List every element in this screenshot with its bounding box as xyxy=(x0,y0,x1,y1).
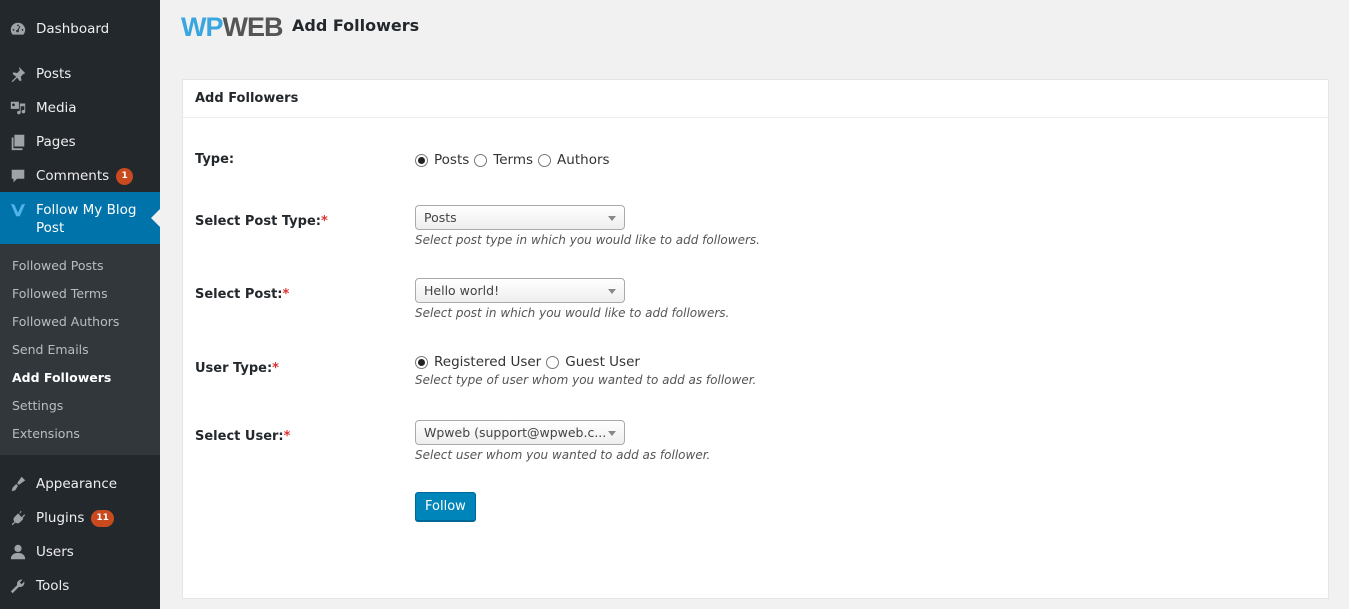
admin-sidebar: Dashboard Posts Media Pages Comments 1 F… xyxy=(0,0,160,609)
wpweb-logo: WPWEB xyxy=(181,12,284,43)
chevron-down-icon xyxy=(608,289,616,294)
user-description: Select user whom you wanted to add as fo… xyxy=(415,448,711,462)
current-menu-arrow xyxy=(151,209,160,227)
post-type-label: Select Post Type:* xyxy=(195,214,328,229)
user-field: Wpweb (support@wpweb.c... Select user wh… xyxy=(415,420,710,462)
type-label: Type: xyxy=(195,152,235,167)
menu-item-media[interactable]: Media xyxy=(0,91,160,125)
post-type-select[interactable]: Posts xyxy=(415,205,625,230)
submenu-item-followed-terms[interactable]: Followed Terms xyxy=(0,280,160,308)
required-asterisk: * xyxy=(320,214,328,229)
menu-label: Media xyxy=(36,100,77,116)
comments-count-badge: 1 xyxy=(116,167,134,185)
user-type-label-text: User Type: xyxy=(195,361,273,376)
menu-label: Pages xyxy=(36,134,76,150)
menu-label: Plugins xyxy=(36,510,85,526)
menu-label: Users xyxy=(36,544,74,560)
plugins-update-badge: 11 xyxy=(91,509,114,527)
menu-item-follow-my-blog-post[interactable]: Follow My Blog Post xyxy=(0,192,160,244)
comment-icon xyxy=(0,167,36,185)
user-type-radio-registered-label[interactable]: Registered User xyxy=(434,354,541,370)
media-icon xyxy=(0,99,36,117)
submenu-item-followed-authors[interactable]: Followed Authors xyxy=(0,308,160,336)
post-selected-value: Hello world! xyxy=(424,283,500,298)
menu-item-tools[interactable]: Tools xyxy=(0,569,160,603)
brush-icon xyxy=(0,475,36,493)
submenu-item-settings[interactable]: Settings xyxy=(0,392,160,420)
type-radio-terms[interactable] xyxy=(474,153,488,167)
menu-item-comments[interactable]: Comments 1 xyxy=(0,159,160,193)
user-type-field: Registered User Guest User Select type o… xyxy=(415,354,756,387)
user-type-label: User Type:* xyxy=(195,361,279,376)
submenu-item-send-emails[interactable]: Send Emails xyxy=(0,336,160,364)
user-type-description: Select type of user whom you wanted to a… xyxy=(415,373,757,387)
type-radio-terms-label[interactable]: Terms xyxy=(493,152,533,168)
post-type-description: Select post type in which you would like… xyxy=(415,233,760,247)
user-type-radio-guest-label[interactable]: Guest User xyxy=(565,354,640,370)
submenu: Followed Posts Followed Terms Followed A… xyxy=(0,244,160,455)
wrench-icon xyxy=(0,577,36,595)
type-radio-authors[interactable] xyxy=(538,153,552,167)
menu-item-posts[interactable]: Posts xyxy=(0,57,160,91)
type-radio-group: Posts Terms Authors xyxy=(415,152,615,168)
menu-item-dashboard[interactable]: Dashboard xyxy=(0,12,160,46)
post-description: Select post in which you would like to a… xyxy=(415,306,730,320)
post-type-selected-value: Posts xyxy=(424,210,457,225)
menu-item-pages[interactable]: Pages xyxy=(0,125,160,159)
submenu-item-extensions[interactable]: Extensions xyxy=(0,420,160,448)
chevron-down-icon xyxy=(608,216,616,221)
dashboard-icon xyxy=(0,20,36,38)
menu-label: Follow My Blog Post xyxy=(36,202,137,236)
submit-field: Follow xyxy=(415,492,476,521)
type-radio-authors-label[interactable]: Authors xyxy=(557,152,609,168)
user-label-text: Select User: xyxy=(195,429,284,444)
user-selected-value: Wpweb (support@wpweb.c... xyxy=(424,425,607,440)
required-asterisk: * xyxy=(283,429,291,444)
follow-button[interactable]: Follow xyxy=(415,492,476,521)
type-radio-posts[interactable] xyxy=(415,153,428,167)
user-icon xyxy=(0,543,36,561)
user-type-radio-registered[interactable] xyxy=(415,355,428,369)
user-label: Select User:* xyxy=(195,429,290,444)
submenu-item-followed-posts[interactable]: Followed Posts xyxy=(0,252,160,280)
panel-title: Add Followers xyxy=(183,80,1328,118)
menu-label: Dashboard xyxy=(36,21,110,37)
menu-label: Appearance xyxy=(36,476,118,492)
post-label: Select Post:* xyxy=(195,287,289,302)
pin-icon xyxy=(0,65,36,83)
add-followers-panel: Add Followers Type: Posts Terms Authors … xyxy=(182,79,1329,599)
menu-label: Tools xyxy=(36,578,70,594)
plugin-icon xyxy=(0,509,36,527)
post-type-field: Posts Select post type in which you woul… xyxy=(415,205,760,247)
logo-web: WEB xyxy=(222,12,284,42)
post-label-text: Select Post: xyxy=(195,287,283,302)
required-asterisk: * xyxy=(272,361,279,376)
page-title: Add Followers xyxy=(292,16,420,35)
logo-wp: WP xyxy=(181,12,223,42)
submenu-item-add-followers[interactable]: Add Followers xyxy=(0,364,160,392)
menu-item-users[interactable]: Users xyxy=(0,535,160,569)
user-type-radio-group: Registered User Guest User xyxy=(415,354,756,370)
pages-icon xyxy=(0,133,36,151)
type-radio-posts-label[interactable]: Posts xyxy=(434,152,469,168)
required-asterisk: * xyxy=(282,287,290,302)
chevron-down-icon xyxy=(608,431,616,436)
post-field: Hello world! Select post in which you wo… xyxy=(415,278,729,320)
menu-item-plugins[interactable]: Plugins 11 xyxy=(0,501,160,535)
user-type-radio-guest[interactable] xyxy=(546,355,560,369)
user-select[interactable]: Wpweb (support@wpweb.c... xyxy=(415,420,625,445)
post-type-label-text: Select Post Type: xyxy=(195,214,321,229)
menu-label: Posts xyxy=(36,66,72,82)
menu-label: Comments xyxy=(36,168,110,184)
post-select[interactable]: Hello world! xyxy=(415,278,625,303)
menu-item-appearance[interactable]: Appearance xyxy=(0,467,160,501)
follow-plugin-icon xyxy=(0,201,36,219)
